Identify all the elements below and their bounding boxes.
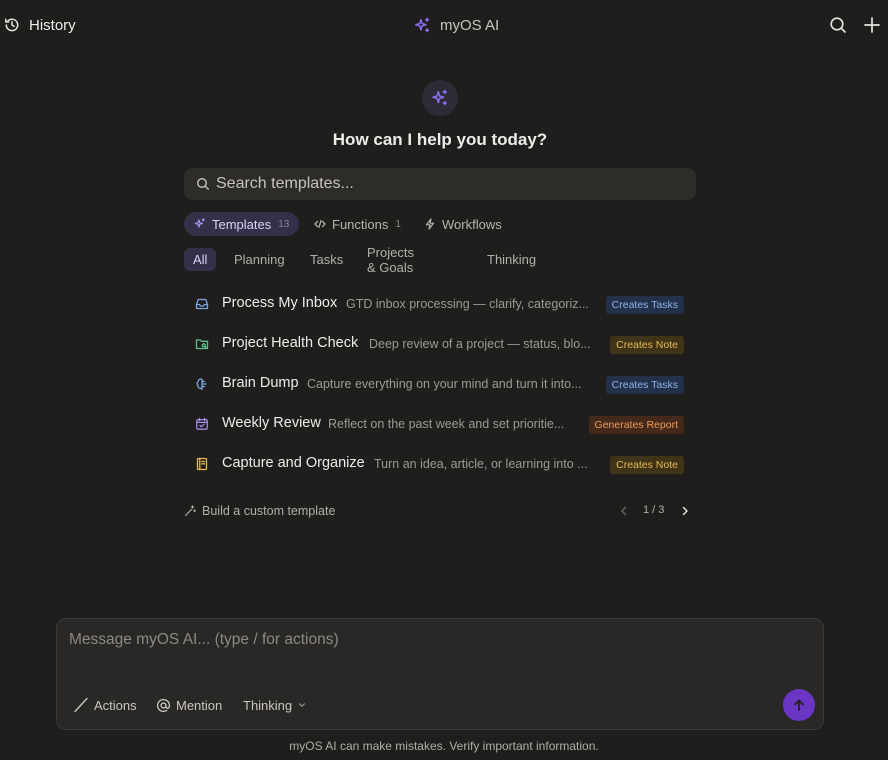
wand-icon <box>184 505 196 517</box>
tab-label: Templates <box>212 216 272 232</box>
template-tag: Creates Note <box>610 336 684 354</box>
tab-label: Functions <box>332 216 389 232</box>
message-composer: Actions Mention Thinking <box>56 618 824 730</box>
tab-workflows[interactable]: Workflows <box>414 212 512 236</box>
filter-projects-goals[interactable]: Projects & Goals <box>358 245 423 275</box>
pagination: 1 / 3 <box>614 502 694 520</box>
actions-button[interactable]: Actions <box>73 695 137 715</box>
sparkles-icon <box>415 17 430 32</box>
mention-label: Mention <box>176 697 223 713</box>
brain-icon <box>196 378 207 390</box>
template-name: Project Health Check <box>222 335 359 351</box>
template-name: Capture and Organize <box>222 455 365 471</box>
chevron-right-icon[interactable] <box>679 505 691 517</box>
inbox-icon <box>195 298 209 310</box>
hero-badge <box>422 80 458 116</box>
template-description: Capture everything on your mind and turn… <box>307 377 582 391</box>
hero-title: How can I help you today? <box>332 130 548 149</box>
filter-all[interactable]: All <box>184 248 217 271</box>
folder-search-icon <box>195 339 209 350</box>
search-input[interactable] <box>216 168 686 200</box>
arrow-up-icon <box>794 699 804 711</box>
template-name: Weekly Review <box>222 415 321 431</box>
tab-count: 1 <box>395 218 401 230</box>
custom-template-label: Build a custom template <box>202 504 336 518</box>
send-button[interactable] <box>783 689 815 721</box>
template-description: Reflect on the past week and set priorit… <box>328 417 565 431</box>
app-title-label: myOS AI <box>440 16 500 34</box>
template-name: Process My Inbox <box>222 295 338 311</box>
code-icon <box>314 219 326 229</box>
chevron-down-icon <box>298 703 306 707</box>
template-description: GTD inbox processing — clarify, categori… <box>346 297 589 311</box>
template-name: Brain Dump <box>222 375 299 391</box>
actions-label: Actions <box>94 697 137 713</box>
template-tag: Creates Note <box>610 456 684 474</box>
tab-templates[interactable]: Templates 13 <box>184 212 300 236</box>
template-search <box>184 168 696 200</box>
tab-count: 13 <box>278 218 290 230</box>
thinking-dropdown[interactable]: Thinking <box>243 695 307 715</box>
sparkles-icon <box>432 89 448 106</box>
template-tag: Creates Tasks <box>605 296 684 314</box>
sparkles-icon <box>194 218 205 228</box>
history-icon <box>5 18 19 32</box>
filter-thinking[interactable]: Thinking <box>478 248 545 271</box>
app-title: myOS AI <box>414 14 499 36</box>
history-button[interactable]: History <box>4 14 76 36</box>
template-tag: Generates Report <box>588 416 684 434</box>
slash-icon <box>74 697 88 713</box>
calendar-check-icon <box>196 417 208 430</box>
new-chat-icon[interactable] <box>862 15 882 35</box>
at-sign-icon <box>157 698 171 712</box>
template-row-weekly-review[interactable]: Weekly Review Reflect on the past week a… <box>184 406 696 442</box>
tab-label: Workflows <box>442 216 502 232</box>
template-tag: Creates Tasks <box>605 376 684 394</box>
lightning-icon <box>425 218 435 230</box>
disclaimer-text: myOS AI can make mistakes. Verify import… <box>289 739 599 753</box>
thinking-label: Thinking <box>243 697 293 713</box>
template-row-process-my-inbox[interactable]: Process My Inbox GTD inbox processing — … <box>184 286 696 322</box>
chevron-left-icon[interactable] <box>618 505 630 517</box>
page-indicator: 1 / 3 <box>643 504 665 516</box>
template-row-capture-and-organize[interactable]: Capture and Organize Turn an idea, artic… <box>184 446 696 482</box>
search-icon[interactable] <box>828 15 848 35</box>
tab-functions[interactable]: Functions 1 <box>304 212 411 236</box>
filter-planning[interactable]: Planning <box>225 248 294 271</box>
template-row-brain-dump[interactable]: Brain Dump Capture everything on your mi… <box>184 366 696 402</box>
message-input[interactable] <box>69 631 809 671</box>
history-label: History <box>29 16 76 34</box>
template-description: Turn an idea, article, or learning into … <box>374 457 588 471</box>
template-description: Deep review of a project — status, blo..… <box>369 337 591 351</box>
top-bar: History myOS AI <box>0 0 888 50</box>
filter-tasks[interactable]: Tasks <box>301 248 352 271</box>
mention-button[interactable]: Mention <box>156 695 222 715</box>
template-row-project-health-check[interactable]: Project Health Check Deep review of a pr… <box>184 326 696 362</box>
build-custom-template-link[interactable]: Build a custom template <box>184 502 335 520</box>
search-icon <box>196 177 209 190</box>
notebook-icon <box>196 457 208 471</box>
